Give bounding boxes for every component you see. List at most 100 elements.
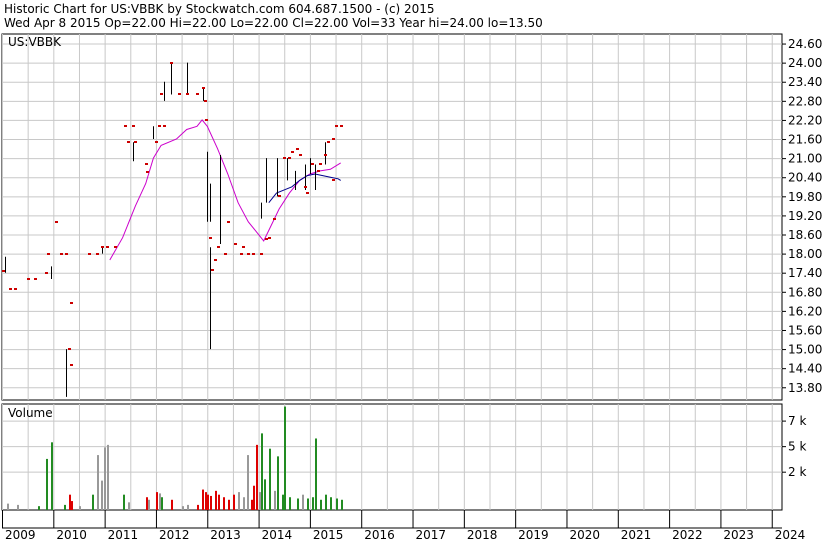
price-close-point bbox=[101, 246, 104, 248]
price-close-point bbox=[202, 87, 205, 89]
volume-bar bbox=[336, 498, 338, 510]
volume-tick-label: 7 k bbox=[788, 414, 806, 428]
price-close-point bbox=[327, 141, 330, 143]
price-close-point bbox=[265, 238, 268, 240]
price-close-point bbox=[47, 253, 50, 255]
price-close-point bbox=[332, 179, 335, 181]
volume-bar bbox=[307, 498, 309, 510]
volume-bar bbox=[253, 485, 255, 510]
volume-bar bbox=[46, 458, 48, 510]
volume-bar bbox=[264, 479, 266, 510]
price-close-point bbox=[332, 138, 335, 140]
price-close-point bbox=[247, 253, 250, 255]
volume-bar bbox=[51, 442, 53, 510]
volume-bar bbox=[320, 499, 322, 510]
volume-chart-title: Volume bbox=[8, 406, 53, 420]
price-tick-label: 24.60 bbox=[788, 37, 822, 51]
price-close-point bbox=[306, 192, 309, 194]
price-close-point bbox=[70, 302, 73, 304]
price-close-point bbox=[124, 125, 127, 127]
price-tick-label: 21.60 bbox=[788, 133, 822, 147]
price-close-point bbox=[2, 270, 5, 272]
volume-bar bbox=[123, 494, 125, 510]
price-close-point bbox=[273, 218, 276, 220]
volume-bar bbox=[218, 494, 220, 510]
volume-bar bbox=[302, 494, 304, 510]
price-axis-labels: 24.60 24.00 23.40 22.80 22.20 21.60 21.00 20.40… bbox=[782, 37, 822, 395]
year-tick-label: 2011 bbox=[108, 528, 139, 542]
price-close-point bbox=[224, 253, 227, 255]
price-tick-label: 19.80 bbox=[788, 190, 822, 204]
volume-bar bbox=[277, 456, 279, 510]
volume-bar bbox=[71, 501, 73, 510]
price-close-point bbox=[205, 119, 208, 121]
year-tick-label: 2022 bbox=[672, 528, 703, 542]
price-tick-label: 20.40 bbox=[788, 171, 822, 185]
volume-bar bbox=[182, 506, 184, 510]
volume-bar bbox=[238, 492, 240, 510]
volume-bar bbox=[161, 497, 163, 510]
price-close-point bbox=[60, 253, 63, 255]
price-close-point bbox=[45, 272, 48, 274]
volume-panel-frame bbox=[1, 403, 783, 511]
volume-bar bbox=[259, 492, 261, 510]
price-close-point bbox=[34, 278, 37, 280]
price-close-point bbox=[283, 157, 286, 159]
price-close-point bbox=[70, 364, 73, 366]
year-tick-label: 2019 bbox=[518, 528, 549, 542]
year-tick-label: 2014 bbox=[262, 528, 293, 542]
price-close-point bbox=[134, 141, 137, 143]
year-tick-label: 2023 bbox=[723, 528, 754, 542]
price-close-point bbox=[214, 259, 217, 261]
price-close-point bbox=[260, 253, 263, 255]
price-close-point bbox=[335, 125, 338, 127]
volume-bar bbox=[251, 499, 253, 510]
volume-bar bbox=[261, 433, 263, 510]
year-tick-label: 2009 bbox=[5, 528, 36, 542]
volume-bar bbox=[284, 406, 286, 510]
price-close-point bbox=[145, 163, 148, 165]
price-tick-label: 18.00 bbox=[788, 247, 822, 261]
price-close-point bbox=[160, 93, 163, 95]
price-tick-label: 23.40 bbox=[788, 75, 822, 89]
price-close-point bbox=[27, 278, 30, 280]
volume-bar bbox=[148, 499, 150, 510]
price-close-point bbox=[14, 288, 17, 290]
price-close-point bbox=[227, 221, 230, 223]
price-close-point bbox=[324, 154, 327, 156]
price-tick-label: 13.80 bbox=[788, 381, 822, 395]
volume-bar bbox=[187, 504, 189, 510]
price-close-point bbox=[311, 163, 314, 165]
volume-bar bbox=[197, 504, 199, 510]
volume-bar bbox=[79, 506, 81, 510]
price-tick-label: 17.40 bbox=[788, 266, 822, 280]
price-close-point bbox=[304, 186, 307, 188]
stock-chart: 24.60 24.00 23.40 22.80 22.20 21.60 21.00 20.40… bbox=[1, 33, 822, 542]
price-tick-label: 19.20 bbox=[788, 209, 822, 223]
price-close-point bbox=[209, 237, 212, 239]
volume-bar bbox=[282, 494, 284, 510]
price-close-point bbox=[114, 246, 117, 248]
volume-bar bbox=[171, 499, 173, 510]
volume-bar bbox=[330, 497, 332, 510]
volume-bar bbox=[256, 444, 258, 510]
year-tick-label: 2020 bbox=[569, 528, 600, 542]
price-tick-label: 22.20 bbox=[788, 113, 822, 127]
price-panel-frame bbox=[1, 33, 783, 401]
volume-bar bbox=[233, 494, 235, 510]
price-close-point bbox=[242, 246, 245, 248]
price-tick-label: 22.80 bbox=[788, 94, 822, 108]
year-tick-label: 2021 bbox=[621, 528, 652, 542]
volume-bar bbox=[228, 499, 230, 510]
volume-bar bbox=[205, 492, 207, 510]
volume-bar bbox=[101, 480, 103, 510]
volume-axis-labels: 7 k 5 k 2 k bbox=[782, 414, 806, 479]
price-tick-label: 16.80 bbox=[788, 285, 822, 299]
price-close-point bbox=[196, 93, 199, 95]
price-chart-title: US:VBBK bbox=[8, 35, 62, 49]
price-close-point bbox=[106, 246, 109, 248]
price-close-point bbox=[296, 148, 299, 150]
year-tick-label: 2013 bbox=[210, 528, 241, 542]
volume-bar bbox=[7, 503, 9, 510]
volume-bar bbox=[38, 506, 40, 510]
